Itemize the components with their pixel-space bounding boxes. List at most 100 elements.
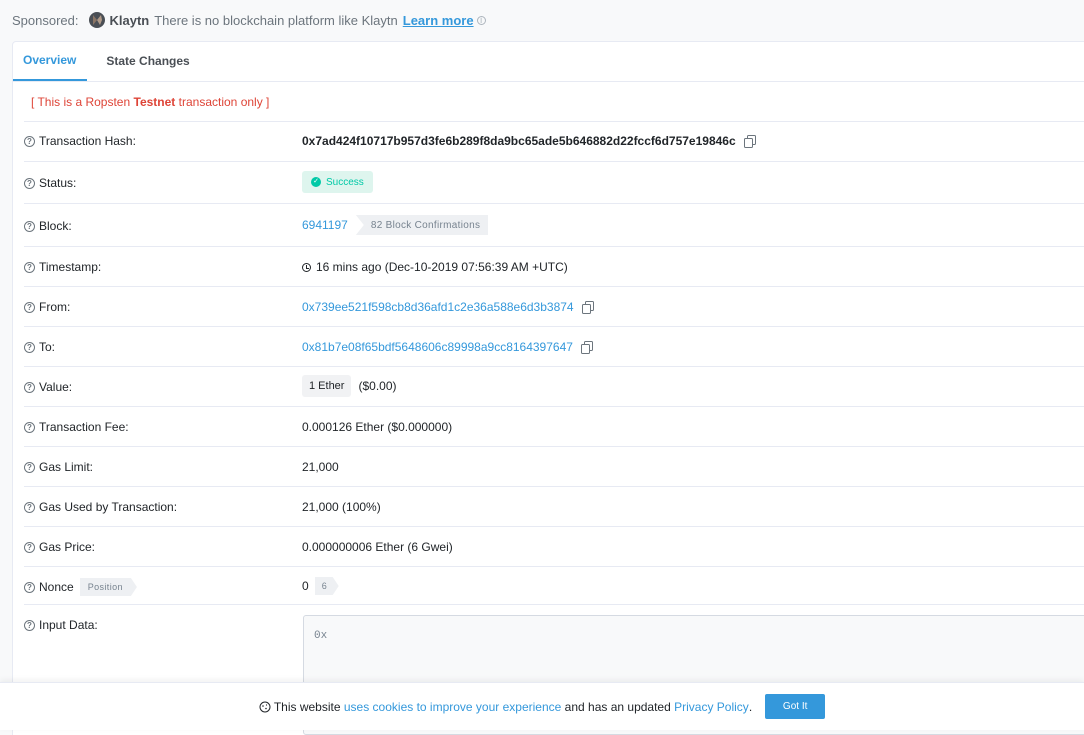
question-icon[interactable]: ? — [24, 135, 35, 147]
block-confirmations-badge: 82 Block Confirmations — [355, 215, 489, 235]
transaction-fee-label: Transaction Fee: — [39, 420, 129, 434]
row-gas-limit: ? Gas Limit: 21,000 — [24, 446, 1084, 486]
field-label: ? Transaction Hash: — [24, 134, 136, 148]
privacy-policy-link[interactable]: Privacy Policy — [674, 700, 749, 714]
copy-icon[interactable] — [581, 300, 594, 314]
cookie-policy-link[interactable]: uses cookies to improve your experience — [344, 700, 561, 714]
transaction-fee-value: 0.000126 Ether ($0.000000) — [302, 420, 453, 434]
row-nonce: ? Nonce Position 0 6 — [24, 566, 1084, 604]
tab-overview[interactable]: Overview — [13, 41, 88, 81]
position-value-badge: 6 — [315, 577, 339, 595]
sponsor-text: There is no blockchain platform like Kla… — [154, 12, 398, 28]
testnet-prefix: [ This is a Ropsten — [31, 95, 131, 109]
block-label: Block: — [39, 219, 72, 233]
status-label: Status: — [39, 176, 77, 190]
field-value: 0.000000006 Ether (6 Gwei) — [302, 540, 453, 554]
sponsored-label: Sponsored: — [12, 12, 79, 28]
field-label: ? Nonce Position — [24, 578, 137, 596]
timestamp-value: 16 mins ago (Dec-10-2019 07:56:39 AM +UT… — [316, 260, 568, 274]
row-status: ? Status: ✓ Success — [24, 161, 1084, 203]
input-data-value: 0x — [314, 630, 328, 642]
cookie-text-prefix: This website — [273, 699, 341, 714]
row-gas-price: ? Gas Price: 0.000000006 Ether (6 Gwei) — [24, 526, 1084, 566]
status-value: Success — [326, 176, 364, 188]
value-label: Value: — [39, 380, 73, 394]
field-label: ? Value: — [24, 380, 72, 394]
field-value: 0.000126 Ether ($0.000000) — [302, 420, 452, 434]
field-value: 16 mins ago (Dec-10-2019 07:56:39 AM +UT… — [302, 260, 568, 274]
field-value: 0 6 — [302, 577, 339, 595]
to-label: To: — [39, 340, 56, 354]
question-icon[interactable]: ? — [24, 177, 35, 189]
question-icon[interactable]: ? — [24, 619, 35, 631]
row-transaction-fee: ? Transaction Fee: 0.000126 Ether ($0.00… — [24, 406, 1084, 446]
field-label: ? Transaction Fee: — [24, 420, 129, 434]
got-it-button[interactable]: Got It — [765, 694, 826, 719]
field-value: 21,000 (100%) — [302, 500, 381, 514]
question-icon[interactable]: ? — [24, 220, 35, 232]
info-icon[interactable]: i — [476, 15, 486, 25]
klaytn-logo-icon — [88, 12, 105, 28]
field-label: ? Block: — [24, 219, 72, 233]
question-icon[interactable]: ? — [24, 581, 35, 593]
testnet-bold: Testnet — [133, 95, 176, 109]
sponsor-brand: Klaytn — [109, 12, 150, 28]
clock-icon — [302, 262, 311, 272]
cookie-text-middle: and has an updated — [564, 699, 671, 714]
from-label: From: — [39, 300, 71, 314]
gas-price-label: Gas Price: — [39, 540, 96, 554]
question-icon[interactable]: ? — [24, 501, 35, 513]
copy-icon[interactable] — [743, 134, 756, 148]
field-value: 6941197 82 Block Confirmations — [302, 215, 489, 235]
transaction-card: Overview State Changes [ This is a Ropst… — [12, 41, 1084, 735]
question-icon[interactable]: ? — [24, 461, 35, 473]
question-icon[interactable]: ? — [24, 381, 35, 393]
gas-price-value: 0.000000006 Ether (6 Gwei) — [302, 540, 453, 554]
input-data-label: Input Data: — [39, 618, 98, 632]
nonce-label: Nonce — [39, 580, 74, 594]
status-badge: ✓ Success — [302, 171, 373, 193]
cookie-icon — [259, 701, 271, 712]
tab-bar: Overview State Changes — [13, 42, 1084, 82]
value-ether-badge: 1 Ether — [302, 375, 352, 397]
gas-used-label: Gas Used by Transaction: — [39, 500, 178, 514]
field-label: ? Status: — [24, 176, 76, 190]
to-address-link[interactable]: 0x81b7e08f65bdf5648606c89998a9cc81643976… — [302, 340, 573, 354]
row-block: ? Block: 6941197 82 Block Confirmations — [24, 203, 1084, 246]
row-timestamp: ? Timestamp: 16 mins ago (Dec-10-2019 07… — [24, 246, 1084, 286]
field-label: ? Gas Used by Transaction: — [24, 500, 177, 514]
value-usd: ($0.00) — [358, 379, 397, 393]
from-address-link[interactable]: 0x739ee521f598cb8d36afd1c2e36a588e6d3b38… — [302, 300, 574, 314]
field-value: 0x7ad424f10717b957d3fe6b289f8da9bc65ade5… — [302, 134, 756, 148]
row-gas-used: ? Gas Used by Transaction: 21,000 (100%) — [24, 486, 1084, 526]
sponsored-bar: Sponsored: Klaytn There is no blockchain… — [12, 8, 486, 32]
question-icon[interactable]: ? — [24, 541, 35, 553]
field-label: ? Timestamp: — [24, 260, 101, 274]
field-value: 0x81b7e08f65bdf5648606c89998a9cc81643976… — [302, 340, 593, 354]
field-label: ? To: — [24, 340, 55, 354]
question-icon[interactable]: ? — [24, 261, 35, 273]
copy-icon[interactable] — [580, 340, 593, 354]
transaction-hash-value: 0x7ad424f10717b957d3fe6b289f8da9bc65ade5… — [302, 134, 736, 148]
question-icon[interactable]: ? — [24, 421, 35, 433]
nonce-value: 0 — [302, 579, 309, 593]
field-value: 21,000 — [302, 460, 339, 474]
field-label: ? Gas Limit: — [24, 460, 93, 474]
transaction-hash-label: Transaction Hash: — [39, 134, 136, 148]
cookie-banner: This website uses cookies to improve you… — [0, 682, 1084, 730]
tab-state-changes[interactable]: State Changes — [96, 41, 199, 81]
row-value: ? Value: 1 Ether ($0.00) — [24, 366, 1084, 406]
timestamp-label: Timestamp: — [39, 260, 102, 274]
field-value: 1 Ether ($0.00) — [302, 375, 397, 397]
field-label: ? Input Data: — [24, 618, 98, 632]
block-number-link[interactable]: 6941197 — [302, 218, 348, 232]
gas-limit-label: Gas Limit: — [39, 460, 94, 474]
field-value: 0x739ee521f598cb8d36afd1c2e36a588e6d3b38… — [302, 300, 594, 314]
cookie-text-suffix: . — [748, 699, 753, 714]
question-icon[interactable]: ? — [24, 301, 35, 313]
learn-more-link[interactable]: Learn more — [403, 13, 474, 28]
position-label-badge: Position — [80, 578, 137, 596]
field-label: ? From: — [24, 300, 70, 314]
question-icon[interactable]: ? — [24, 341, 35, 353]
check-circle-icon: ✓ — [311, 177, 321, 187]
